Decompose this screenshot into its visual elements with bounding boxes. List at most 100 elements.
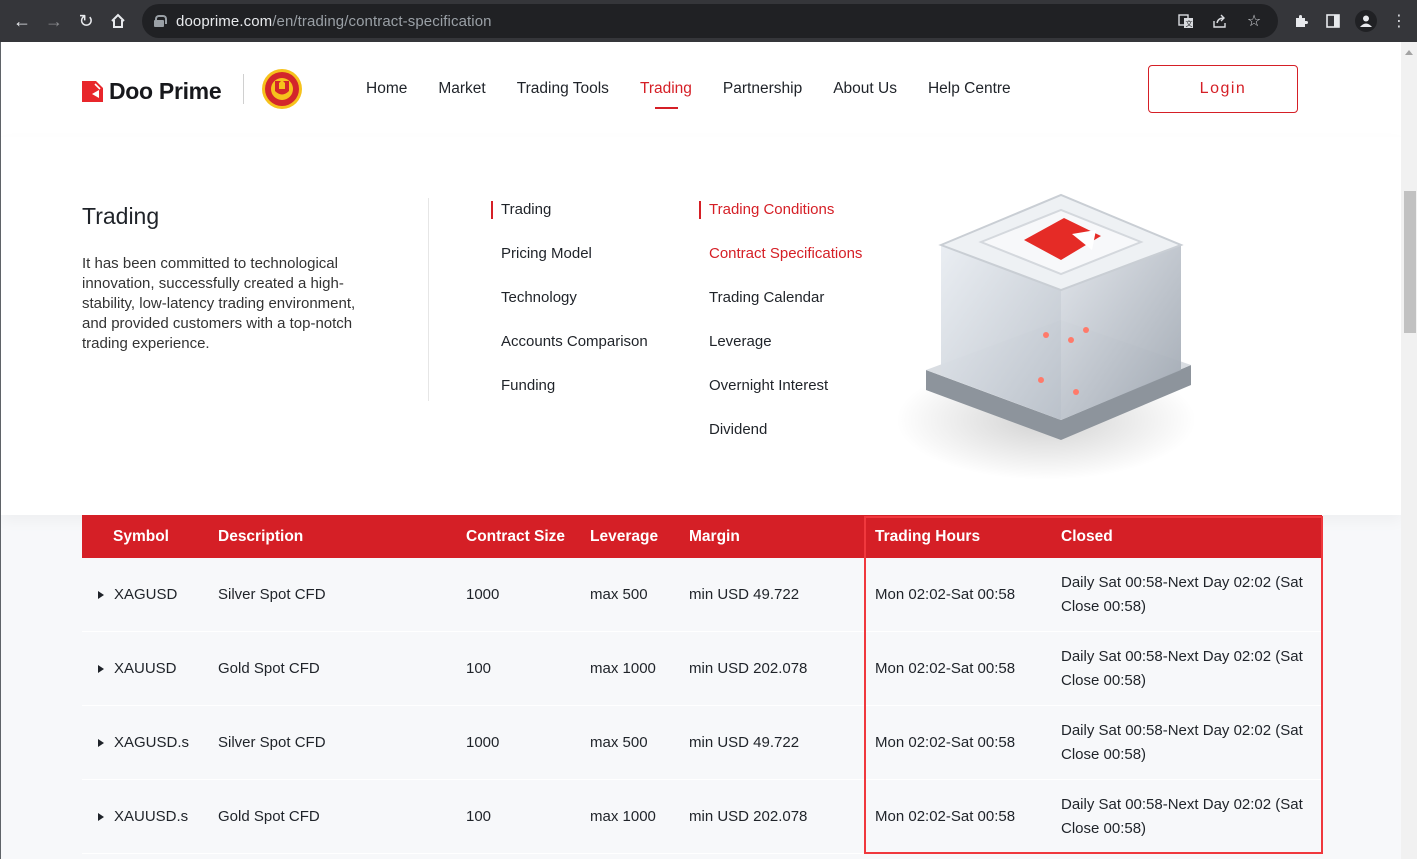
menu-item-pricing-model[interactable]: Pricing Model: [491, 243, 648, 287]
translate-icon[interactable]: 文: [1176, 11, 1196, 31]
cell-closed: Daily Sat 00:58-Next Day 02:02 (Sat Clos…: [1061, 573, 1303, 615]
nav-about-us[interactable]: About Us: [833, 80, 897, 98]
login-button[interactable]: Login: [1148, 65, 1298, 113]
cell-symbol: XAGUSD.s: [114, 734, 190, 751]
table-row[interactable]: XAGUSD Silver Spot CFD 1000 max 500 min …: [82, 558, 1322, 632]
cell-closed: Daily Sat 00:58-Next Day 02:02 (Sat Clos…: [1061, 647, 1303, 689]
cell-margin: min USD 49.722: [689, 586, 800, 603]
nav-trading-tools[interactable]: Trading Tools: [517, 80, 609, 98]
header-contract-size: Contract Size: [466, 527, 566, 545]
cell-contract-size: 100: [466, 808, 492, 825]
cell-description: Silver Spot CFD: [218, 586, 326, 603]
table-row[interactable]: XAUUSD.s Gold Spot CFD 100 max 1000 min …: [82, 780, 1322, 854]
cell-description: Silver Spot CFD: [218, 734, 326, 751]
logo-divider: [243, 74, 244, 104]
cell-trading-hours: Mon 02:02-Sat 00:58: [875, 586, 1016, 603]
web-page: Doo Prime Home Market Trading Tools Trad…: [0, 42, 1401, 859]
cell-leverage: max 1000: [590, 808, 656, 825]
expand-caret-icon[interactable]: [98, 664, 104, 673]
back-icon[interactable]: ←: [6, 5, 38, 37]
nav-home[interactable]: Home: [366, 80, 407, 98]
cell-description: Gold Spot CFD: [218, 660, 320, 677]
nav-market[interactable]: Market: [438, 80, 485, 98]
browser-toolbar: ← → ↻ dooprime.com/en/trading/contract-s…: [0, 0, 1417, 42]
doo-prime-logo[interactable]: Doo Prime: [82, 78, 222, 105]
expand-caret-icon[interactable]: [98, 590, 104, 599]
menu-item-leverage[interactable]: Leverage: [699, 331, 862, 375]
url-path: /en/trading/contract-specification: [272, 12, 492, 30]
scroll-up-arrow-icon[interactable]: [1405, 50, 1413, 55]
cell-trading-hours: Mon 02:02-Sat 00:58: [875, 808, 1016, 825]
manchester-united-crest-icon[interactable]: [260, 67, 304, 111]
brand-name: Doo Prime: [109, 78, 222, 104]
cell-margin: min USD 202.078: [689, 660, 808, 677]
cell-symbol: XAUUSD.s: [114, 808, 189, 825]
cell-margin: min USD 202.078: [689, 808, 808, 825]
menu-item-funding[interactable]: Funding: [491, 375, 648, 419]
main-navigation: Home Market Trading Tools Trading Partne…: [366, 80, 1042, 109]
header-leverage: Leverage: [590, 527, 659, 545]
page-scrollbar[interactable]: [1401, 42, 1417, 859]
menu-kebab-icon[interactable]: ⋮: [1389, 11, 1409, 31]
trading-mega-menu: Trading It has been committed to technol…: [1, 137, 1401, 515]
scrollbar-thumb[interactable]: [1404, 191, 1416, 333]
cell-closed: Daily Sat 00:58-Next Day 02:02 (Sat Clos…: [1061, 795, 1303, 837]
nav-trading[interactable]: Trading: [640, 80, 692, 109]
mega-menu-description: It has been committed to technological i…: [82, 255, 356, 352]
header-trading-hours: Trading Hours: [875, 527, 981, 545]
cell-symbol: XAUUSD: [114, 660, 177, 677]
table-header: Symbol Description Contract Size Leverag…: [82, 515, 1322, 558]
home-icon[interactable]: [102, 5, 134, 37]
profile-icon[interactable]: [1355, 10, 1377, 32]
header-symbol: Symbol: [113, 527, 169, 545]
cell-trading-hours: Mon 02:02-Sat 00:58: [875, 734, 1016, 751]
header-margin: Margin: [689, 527, 740, 545]
menu-item-trading-conditions[interactable]: Trading Conditions: [699, 199, 862, 243]
table-row[interactable]: XAGUSD.s Silver Spot CFD 1000 max 500 mi…: [82, 706, 1322, 780]
expand-caret-icon[interactable]: [98, 738, 104, 747]
svg-text:文: 文: [1186, 19, 1193, 28]
menu-item-technology[interactable]: Technology: [491, 287, 648, 331]
cell-leverage: max 1000: [590, 660, 656, 677]
cell-symbol: XAGUSD: [114, 586, 178, 603]
contract-spec-table: Symbol Description Contract Size Leverag…: [82, 515, 1322, 854]
bookmark-star-icon[interactable]: ☆: [1244, 11, 1264, 31]
mega-menu-title: Trading: [82, 203, 160, 229]
header-description: Description: [218, 527, 304, 545]
nav-help-centre[interactable]: Help Centre: [928, 80, 1011, 98]
nav-partnership[interactable]: Partnership: [723, 80, 802, 98]
menu-column-trading: Trading Pricing Model Technology Account…: [491, 199, 648, 419]
reload-icon[interactable]: ↻: [70, 5, 102, 37]
menu-item-overnight-interest[interactable]: Overnight Interest: [699, 375, 862, 419]
cell-contract-size: 100: [466, 660, 492, 677]
cell-contract-size: 1000: [466, 734, 500, 751]
menu-item-dividend[interactable]: Dividend: [699, 419, 862, 463]
glass-cube-illustration-icon: [896, 193, 1196, 480]
site-header: Doo Prime Home Market Trading Tools Trad…: [1, 42, 1401, 137]
cell-margin: min USD 49.722: [689, 734, 800, 751]
cell-contract-size: 1000: [466, 586, 500, 603]
menu-item-contract-specifications[interactable]: Contract Specifications: [699, 243, 862, 287]
side-panel-icon[interactable]: [1323, 11, 1343, 31]
forward-icon[interactable]: →: [38, 5, 70, 37]
address-bar[interactable]: dooprime.com/en/trading/contract-specifi…: [142, 4, 1278, 38]
share-icon[interactable]: [1210, 11, 1230, 31]
cell-closed: Daily Sat 00:58-Next Day 02:02 (Sat Clos…: [1061, 721, 1303, 763]
expand-caret-icon[interactable]: [98, 812, 104, 821]
lock-icon[interactable]: [154, 15, 167, 27]
mega-menu-divider: [428, 198, 429, 401]
header-closed: Closed: [1061, 527, 1113, 545]
url-text[interactable]: dooprime.com/en/trading/contract-specifi…: [176, 13, 492, 30]
cell-description: Gold Spot CFD: [218, 808, 320, 825]
cell-leverage: max 500: [590, 586, 648, 603]
doo-prime-logo-mark-icon: [82, 81, 103, 102]
url-host: dooprime.com: [176, 12, 273, 30]
extensions-icon[interactable]: [1291, 11, 1311, 31]
menu-column-trading-conditions: Trading Conditions Contract Specificatio…: [699, 199, 862, 463]
menu-item-trading-calendar[interactable]: Trading Calendar: [699, 287, 862, 331]
table-row[interactable]: XAUUSD Gold Spot CFD 100 max 1000 min US…: [82, 632, 1322, 706]
cell-leverage: max 500: [590, 734, 648, 751]
cell-trading-hours: Mon 02:02-Sat 00:58: [875, 660, 1016, 677]
menu-item-trading[interactable]: Trading: [491, 199, 648, 243]
menu-item-accounts-comparison[interactable]: Accounts Comparison: [491, 331, 648, 375]
